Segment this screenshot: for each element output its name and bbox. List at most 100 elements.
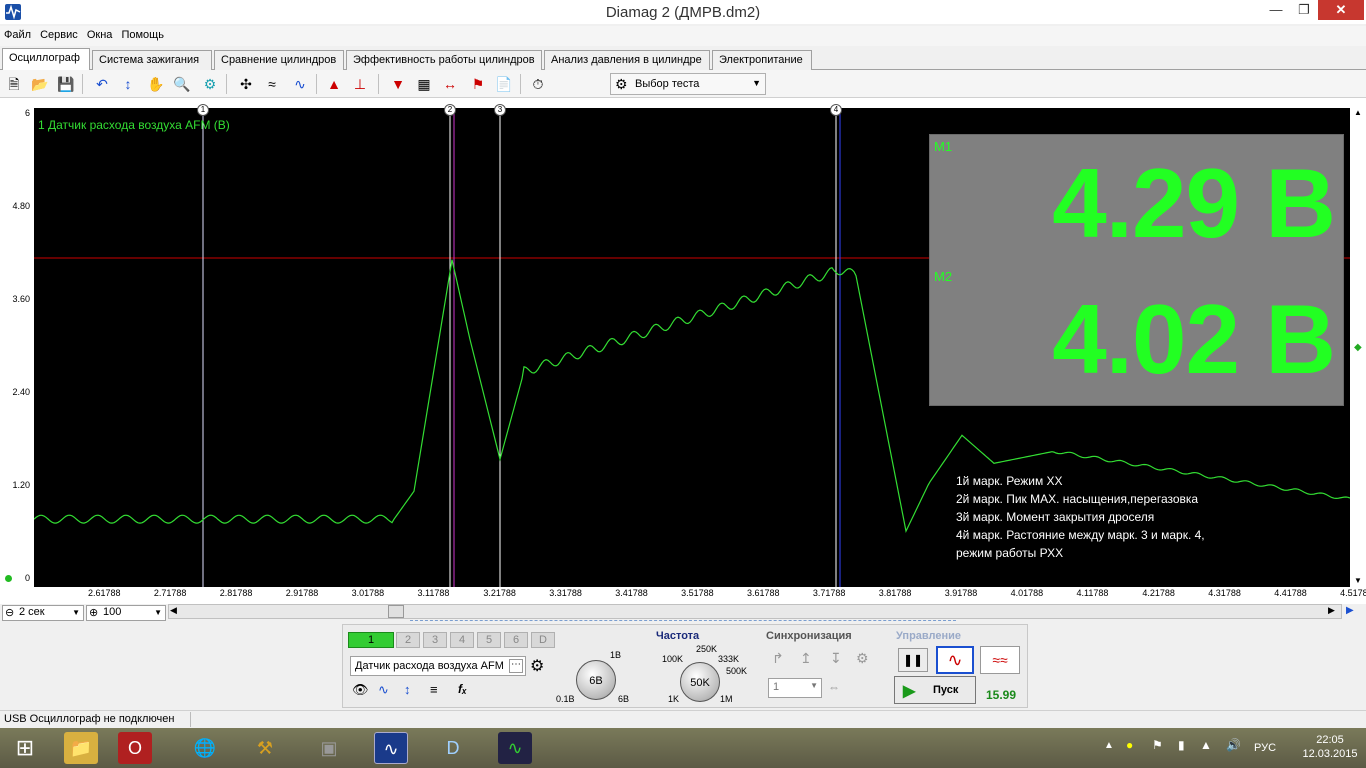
auto-timer-icon[interactable]: ⏱ xyxy=(528,74,548,94)
auto-scale-icon[interactable]: ▲ xyxy=(324,74,344,94)
channel-button-3[interactable]: 3 xyxy=(423,632,447,648)
eye-icon[interactable]: 👁 xyxy=(352,682,369,698)
channel-button-5[interactable]: 5 xyxy=(477,632,501,648)
sensor-config-icon[interactable]: ⚙ xyxy=(530,656,544,676)
channel-button-6[interactable]: 6 xyxy=(504,632,528,648)
sync-arrows-icon[interactable]: ⇔ xyxy=(828,680,840,694)
pause-button[interactable]: ❚❚ xyxy=(898,648,928,672)
menu-file[interactable]: Файл xyxy=(0,26,33,41)
start-button[interactable]: ▶ Пуск xyxy=(894,676,976,704)
tab-power[interactable]: Электропитание xyxy=(712,50,812,70)
x-tick: 2.91788 xyxy=(285,588,319,598)
marker-2-handle[interactable]: 2 xyxy=(444,104,456,116)
opera-icon[interactable]: O xyxy=(118,732,152,764)
disco-icon[interactable]: D xyxy=(436,732,470,764)
app-tool-icon[interactable]: ⚒ xyxy=(248,732,282,764)
waveform-icon[interactable]: ∿ xyxy=(378,682,389,698)
channel-button-1[interactable]: 1 xyxy=(348,632,394,648)
fall-icon[interactable]: ↧ xyxy=(830,650,842,667)
filter-icon[interactable]: ⚙ xyxy=(200,74,220,94)
channel-button-2[interactable]: 2 xyxy=(396,632,420,648)
scrollbar-thumb[interactable] xyxy=(388,605,404,618)
tab-cylinder-compare[interactable]: Сравнение цилиндров xyxy=(214,50,344,70)
rise-icon[interactable]: ↥ xyxy=(800,650,812,667)
lines-icon[interactable]: ≡ xyxy=(430,682,438,697)
marker-1-handle[interactable]: 1 xyxy=(197,104,209,116)
document-icon[interactable]: 📄 xyxy=(494,74,514,94)
file-explorer-icon[interactable]: 📁 xyxy=(64,732,98,764)
open-folder-icon[interactable]: 📂 xyxy=(30,74,50,94)
scope-scroll-down-icon[interactable]: ▼ xyxy=(1354,576,1362,585)
tab-cylinder-efficiency[interactable]: Эффективность работы цилиндров xyxy=(346,50,542,70)
test-select-dropdown[interactable]: ⚙ Выбор теста ▼ xyxy=(610,73,766,95)
tray-expand-icon[interactable]: ▲ xyxy=(1104,740,1114,751)
zoom-fit-icon[interactable]: ↶ xyxy=(92,74,112,94)
save-icon[interactable]: 💾 xyxy=(56,74,76,94)
zoom-icon[interactable]: 🔍 xyxy=(172,74,192,94)
cursor-cross-icon[interactable]: ✣ xyxy=(236,74,256,94)
volume-icon[interactable]: 🔊 xyxy=(1226,738,1241,752)
minimize-button[interactable]: — xyxy=(1262,0,1290,20)
scroll-right-icon[interactable]: ▶ xyxy=(1328,605,1335,616)
battery-icon[interactable]: ▮ xyxy=(1178,738,1185,752)
tab-ignition[interactable]: Система зажигания xyxy=(92,50,212,70)
sine-mode-button[interactable]: ∿ xyxy=(936,646,974,674)
windows-start-icon[interactable]: ⊞ xyxy=(8,732,42,764)
frequency-knob[interactable]: 50K xyxy=(680,662,720,702)
menu-help[interactable]: Помощь xyxy=(117,26,166,41)
flag-tray-icon[interactable]: ⚑ xyxy=(1152,738,1163,752)
sync-tool-icon[interactable]: ⚙ xyxy=(856,650,869,667)
app-window-icon[interactable]: ▣ xyxy=(312,732,346,764)
measurement-readout: M1 4.29 В M2 4.02 В xyxy=(929,134,1344,406)
manage-title: Управление xyxy=(896,630,962,642)
scope-app-icon[interactable]: ∿ xyxy=(498,732,532,764)
sensor-select[interactable]: Датчик расхода воздуха AFM ⋯ xyxy=(350,656,526,676)
x-tick: 4.01788 xyxy=(1010,588,1044,598)
app-globe-icon[interactable]: 🌐 xyxy=(188,732,222,764)
horizontal-scrollbar[interactable] xyxy=(168,604,1342,619)
m2-value: 4.02 В xyxy=(1052,284,1336,394)
zero-level-icon[interactable]: ⊥ xyxy=(350,74,370,94)
zero-level-marker[interactable] xyxy=(5,575,12,582)
rising-edge-icon[interactable]: ↱ xyxy=(772,650,784,667)
tray-clock[interactable]: 22:05 12.03.2015 xyxy=(1300,733,1360,761)
diamag-taskbar-icon[interactable]: ∿ xyxy=(374,732,408,764)
hand-tool-icon[interactable]: ✋ xyxy=(146,74,166,94)
marker-filter-icon[interactable]: ▼ xyxy=(388,74,408,94)
scroll-left-icon[interactable]: ◀ xyxy=(170,605,177,616)
vertical-scale-icon[interactable]: ↕ xyxy=(118,74,138,94)
timebase-select[interactable]: ⊖ 2 сек ▼ xyxy=(2,605,84,621)
x-tick: 3.91788 xyxy=(944,588,978,598)
voltage-knob[interactable]: 6В xyxy=(576,660,616,700)
grid-icon[interactable]: ▦ xyxy=(414,74,434,94)
freq-label: 1K xyxy=(668,694,680,704)
tab-cylinder-pressure[interactable]: Анализ давления в цилиндре xyxy=(544,50,710,70)
wave-overlay-icon[interactable]: ≈ xyxy=(262,74,282,94)
noise-mode-button[interactable]: ≈≈ xyxy=(980,646,1020,674)
language-indicator[interactable]: РУС xyxy=(1254,742,1276,754)
level-handle-icon[interactable]: ◆ xyxy=(1354,342,1362,353)
h-cursor-icon[interactable]: ↔ xyxy=(440,74,460,94)
sync-channel-select[interactable]: 1 ▼ xyxy=(768,678,822,698)
play-end-icon[interactable]: ▶ xyxy=(1346,605,1354,616)
menu-service[interactable]: Сервис xyxy=(36,26,80,41)
zoom-select[interactable]: ⊕ 100 ▼ xyxy=(86,605,166,621)
new-file-icon[interactable]: 🗎 xyxy=(4,74,24,94)
wave-compare-icon[interactable]: ∿ xyxy=(290,74,310,94)
menu-windows[interactable]: Окна xyxy=(83,26,115,41)
scale-icon[interactable]: ↕ xyxy=(404,682,411,697)
tab-oscilloscope[interactable]: Осциллограф xyxy=(2,48,90,71)
marker-4-handle[interactable]: 4 xyxy=(830,104,842,116)
maximize-button[interactable]: ❐ xyxy=(1290,0,1318,20)
channel-button-7[interactable]: D xyxy=(531,632,555,648)
y-tick: 4.80 xyxy=(12,201,30,211)
marker-3-handle[interactable]: 3 xyxy=(494,104,506,116)
more-options-button[interactable]: ⋯ xyxy=(509,659,523,673)
tray-app-icon[interactable]: ● xyxy=(1126,738,1133,752)
flag-icon[interactable]: ⚑ xyxy=(468,74,488,94)
scope-scroll-up-icon[interactable]: ▲ xyxy=(1354,108,1362,117)
channel-button-4[interactable]: 4 xyxy=(450,632,474,648)
network-icon[interactable]: ▲ xyxy=(1200,738,1212,752)
function-icon[interactable]: fₓ xyxy=(458,682,467,696)
close-button[interactable]: ✕ xyxy=(1318,0,1364,20)
